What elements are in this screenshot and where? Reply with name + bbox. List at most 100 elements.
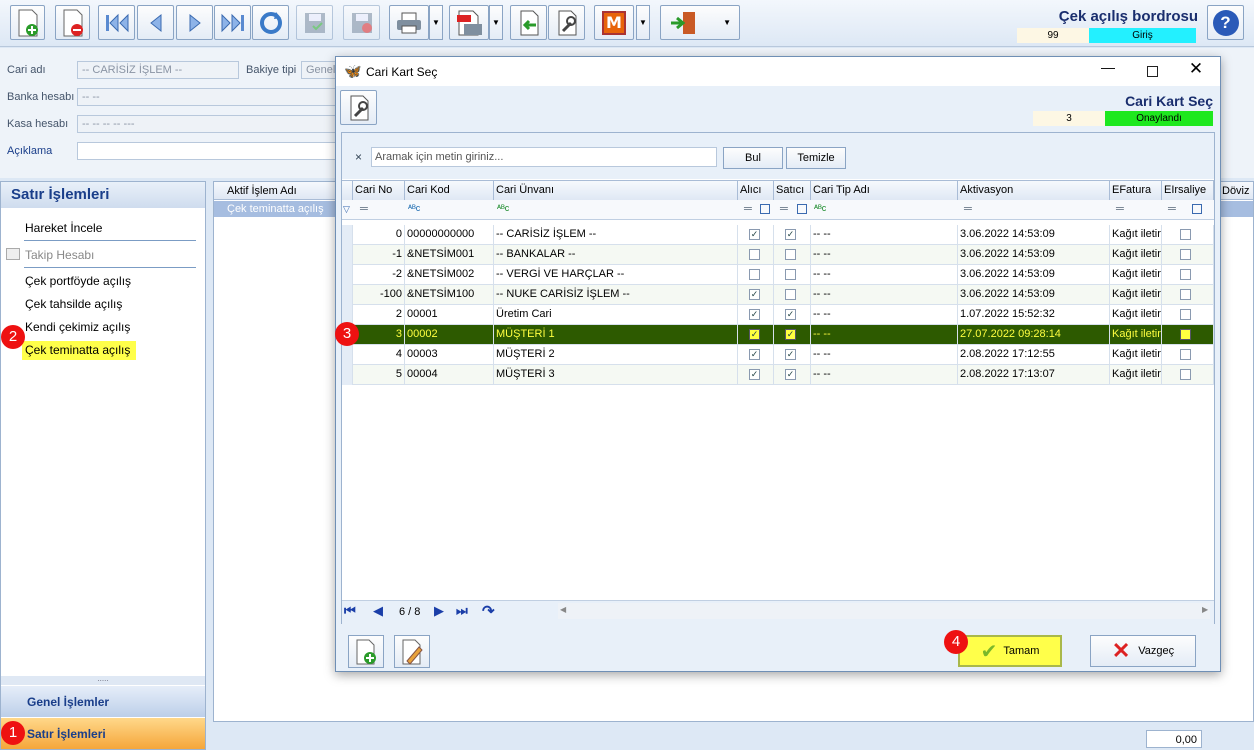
horizontal-scrollbar[interactable] xyxy=(558,603,1210,619)
sidebar-grip[interactable]: ..... xyxy=(1,675,205,685)
satici-checkbox[interactable]: ✓ xyxy=(785,369,796,380)
prev-record-button[interactable] xyxy=(137,5,174,40)
satici-checkbox[interactable] xyxy=(785,269,796,280)
scroll-right-icon[interactable]: ▶ xyxy=(1202,605,1208,614)
help-button[interactable]: ? xyxy=(1207,5,1244,40)
nav-line-active[interactable]: Satır İşlemleri xyxy=(1,718,205,749)
col-cari-unvani[interactable]: Cari Ünvanı xyxy=(494,181,738,200)
satici-checkbox[interactable]: ✓ xyxy=(785,349,796,360)
eirs-checkbox[interactable] xyxy=(1180,349,1191,360)
sidebar-item-hareket[interactable]: Hareket İncele xyxy=(25,221,102,235)
row-indicator[interactable] xyxy=(342,265,353,285)
eirs-checkbox[interactable] xyxy=(1180,229,1191,240)
print-dropdown[interactable]: ▼ xyxy=(429,5,443,40)
nav-last-icon[interactable]: ⏭ xyxy=(456,603,468,619)
sidebar-item-portfoy[interactable]: Çek portföyde açılış xyxy=(25,274,131,288)
find-button[interactable]: Bul xyxy=(723,147,783,169)
nav-refresh-icon[interactable]: ↷ xyxy=(482,602,495,620)
alici-checkbox[interactable]: ✓ xyxy=(749,349,760,360)
cancel-button[interactable]: ✕ Vazgeç xyxy=(1090,635,1196,667)
filter-eq-icon[interactable]: ═ xyxy=(1116,203,1124,215)
filter-check-icon[interactable] xyxy=(797,204,807,214)
tools-button[interactable] xyxy=(548,5,585,40)
table-row[interactable]: 0 00000000000 -- CARİSİZ İŞLEM -- ✓ ✓ -- -- 3.… xyxy=(342,225,1214,245)
delete-record-button[interactable] xyxy=(55,5,90,40)
filter-text-icon[interactable]: ᴬᴮc xyxy=(497,203,509,213)
last-record-button[interactable] xyxy=(214,5,251,40)
module-dropdown[interactable]: ▼ xyxy=(636,5,650,40)
alici-checkbox[interactable] xyxy=(749,269,760,280)
save-close-button[interactable] xyxy=(343,5,380,40)
sidebar-item-takip[interactable]: Takip Hesabı xyxy=(25,248,94,262)
sidebar-item-teminat[interactable]: Çek teminatta açılış xyxy=(22,341,137,360)
exit-button[interactable]: ▼ xyxy=(660,5,740,40)
dialog-tools-button[interactable] xyxy=(340,90,377,125)
eirs-checkbox[interactable] xyxy=(1180,289,1191,300)
table-row[interactable]: 2 00001 Üretim Cari ✓ ✓ -- -- 1.07.2022 15:52:… xyxy=(342,305,1214,325)
table-row[interactable]: -1 &NETSİM001 -- BANKALAR -- -- -- 3.06.2022… xyxy=(342,245,1214,265)
first-record-button[interactable] xyxy=(98,5,135,40)
col-cari-no[interactable]: Cari No xyxy=(353,181,405,200)
row-indicator[interactable] xyxy=(342,245,353,265)
filter-check-icon[interactable] xyxy=(1192,204,1202,214)
col-efatura[interactable]: EFatura xyxy=(1110,181,1162,200)
maximize-button[interactable] xyxy=(1132,59,1172,83)
row-indicator[interactable] xyxy=(342,225,353,245)
refresh-button[interactable] xyxy=(252,5,289,40)
eirs-checkbox[interactable] xyxy=(1180,329,1191,340)
aciklama-field[interactable] xyxy=(77,142,337,160)
filter-check-icon[interactable] xyxy=(760,204,770,214)
minimize-button[interactable]: — xyxy=(1088,59,1128,83)
nav-prev-icon[interactable]: ◀ xyxy=(373,603,383,619)
col-cari-tip[interactable]: Cari Tip Adı xyxy=(811,181,958,200)
import-button[interactable] xyxy=(510,5,547,40)
print-button[interactable] xyxy=(389,5,429,40)
filter-text-icon[interactable]: ᴬᴮc xyxy=(408,203,420,213)
edit-cari-button[interactable] xyxy=(394,635,430,668)
col-eirsaliye[interactable]: EIrsaliye xyxy=(1162,181,1214,200)
satici-checkbox[interactable]: ✓ xyxy=(785,229,796,240)
table-row[interactable]: -2 &NETSİM002 -- VERGİ VE HARÇLAR -- -- -- 3… xyxy=(342,265,1214,285)
satici-checkbox[interactable] xyxy=(785,249,796,260)
add-cari-button[interactable] xyxy=(348,635,384,668)
col-satici[interactable]: Satıcı xyxy=(774,181,811,200)
col-cari-kod[interactable]: Cari Kod xyxy=(405,181,494,200)
row-indicator[interactable] xyxy=(342,345,353,365)
filter-eq-icon[interactable]: ═ xyxy=(744,203,752,215)
nav-next-icon[interactable]: ▶ xyxy=(434,603,444,619)
clear-filter-button[interactable]: Temizle xyxy=(786,147,846,169)
filter-eq-icon[interactable]: ═ xyxy=(1168,203,1176,215)
nav-general[interactable]: Genel İşlemler xyxy=(1,686,205,717)
alici-checkbox[interactable]: ✓ xyxy=(749,329,760,340)
col-aktivasyon[interactable]: Aktivasyon xyxy=(958,181,1110,200)
kasa-field[interactable]: -- -- -- -- --- xyxy=(77,115,337,133)
main-col-doviz[interactable]: Döviz xyxy=(1222,185,1250,197)
eirs-checkbox[interactable] xyxy=(1180,249,1191,260)
eirs-checkbox[interactable] xyxy=(1180,309,1191,320)
search-input[interactable]: Aramak için metin giriniz... xyxy=(371,147,717,167)
alici-checkbox[interactable]: ✓ xyxy=(749,309,760,320)
col-alici[interactable]: Alıcı xyxy=(738,181,774,200)
filter-text-icon[interactable]: ᴬᴮc xyxy=(814,203,826,213)
sidebar-item-kendi[interactable]: Kendi çekimiz açılış xyxy=(25,320,130,334)
main-col-header[interactable]: Aktif İşlem Adı xyxy=(227,185,297,197)
cari-field[interactable]: -- CARİSİZ İŞLEM -- xyxy=(77,61,239,79)
table-row[interactable]: 3 00002 MÜŞTERİ 1 ✓ ✓ -- -- 27.07.2022 09:28:1… xyxy=(342,325,1214,345)
eirs-checkbox[interactable] xyxy=(1180,269,1191,280)
row-indicator[interactable] xyxy=(342,365,353,385)
alici-checkbox[interactable] xyxy=(749,249,760,260)
table-row[interactable]: 5 00004 MÜŞTERİ 3 ✓ ✓ -- -- 2.08.2022 17:13:07… xyxy=(342,365,1214,385)
search-clear-icon[interactable]: × xyxy=(355,150,362,164)
alici-checkbox[interactable]: ✓ xyxy=(749,289,760,300)
pdf-button[interactable] xyxy=(449,5,489,40)
satici-checkbox[interactable] xyxy=(785,289,796,300)
new-record-button[interactable] xyxy=(10,5,45,40)
next-record-button[interactable] xyxy=(176,5,213,40)
pdf-dropdown[interactable]: ▼ xyxy=(489,5,503,40)
eirs-checkbox[interactable] xyxy=(1180,369,1191,380)
nav-first-icon[interactable]: ⏮ xyxy=(344,603,356,619)
module-button[interactable]: M xyxy=(594,5,634,40)
bakiye-field[interactable]: Genel B xyxy=(301,61,337,79)
filter-eq-icon[interactable]: ═ xyxy=(780,203,788,215)
filter-eq-icon[interactable]: ═ xyxy=(360,203,368,215)
